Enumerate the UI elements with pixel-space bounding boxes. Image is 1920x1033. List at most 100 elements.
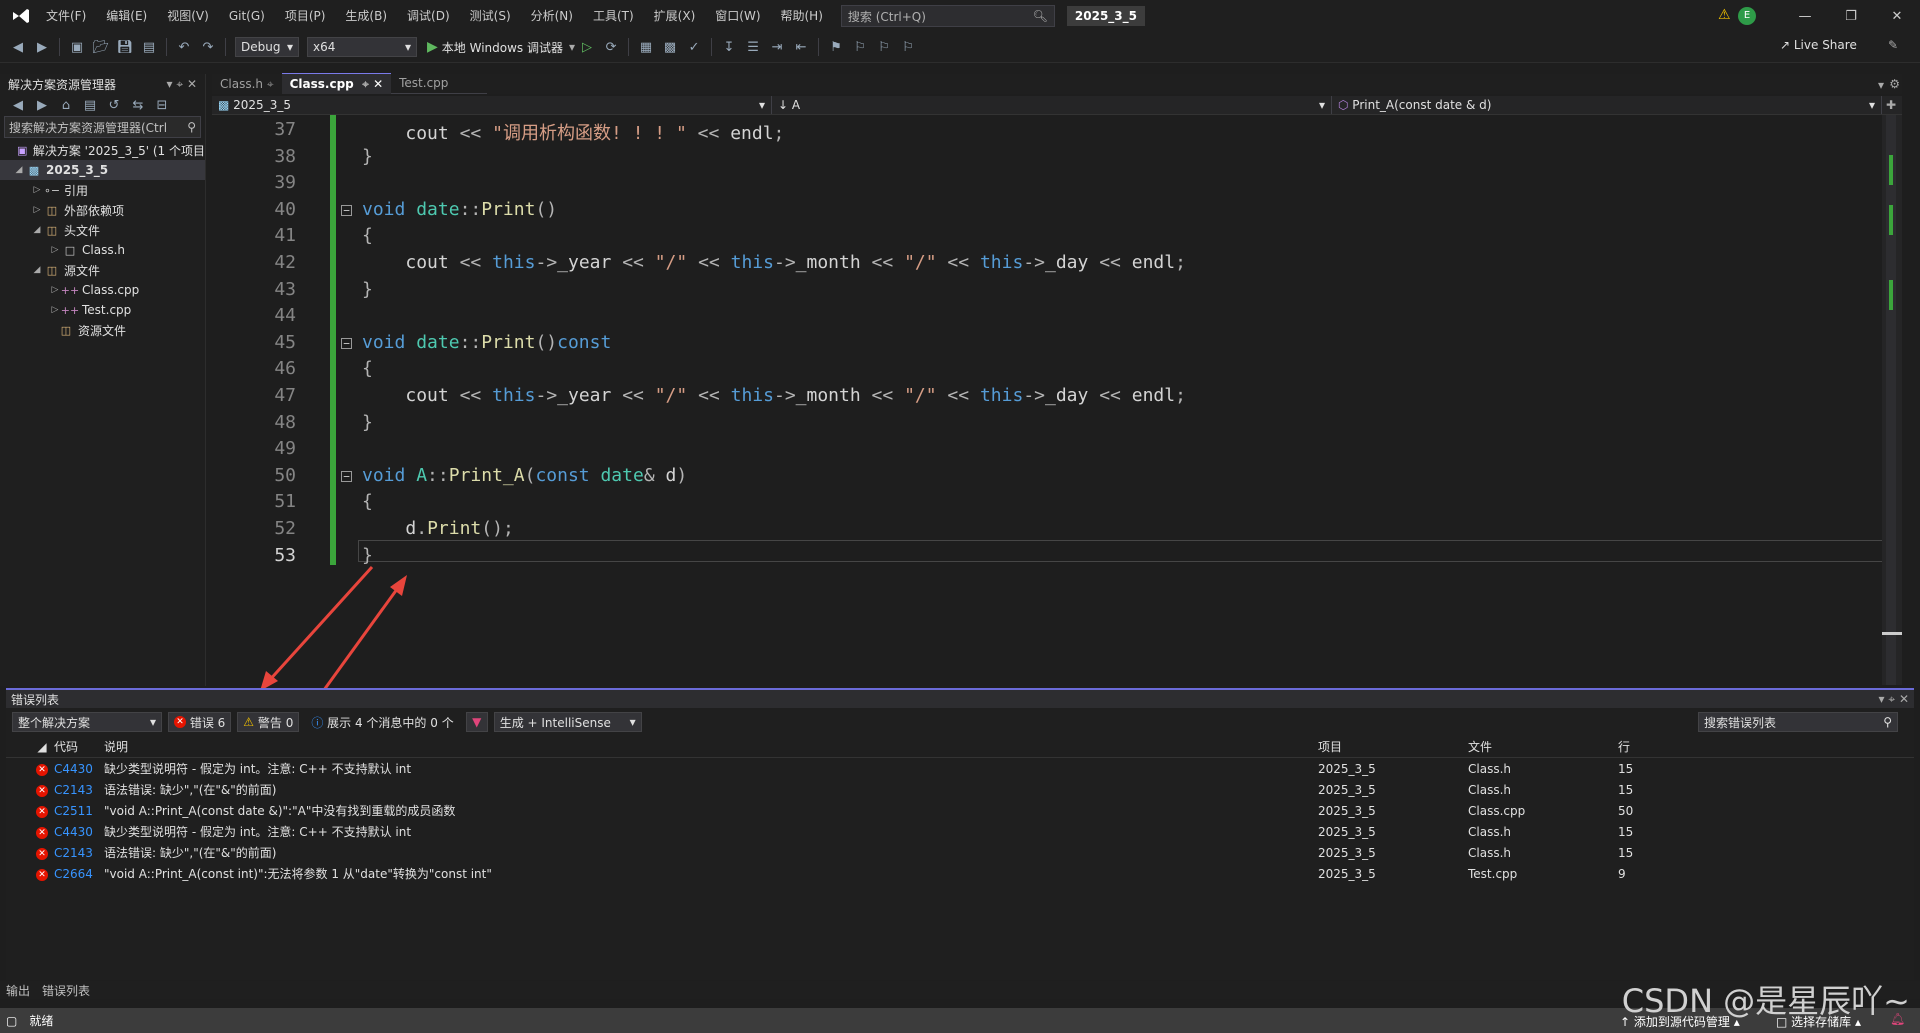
collapse-all-icon[interactable]: ⊟ [152, 95, 172, 115]
error-code-link[interactable]: C2664 [54, 867, 104, 881]
col-desc-header[interactable]: 说明 [104, 738, 1318, 755]
close-icon[interactable]: ✕ [1899, 692, 1909, 706]
member-dropdown[interactable]: ⬡ Print_A(const date & d) ▾ [1332, 96, 1882, 114]
menu-build[interactable]: 生成(B) [335, 0, 397, 32]
platform-select[interactable]: x64 ▾ [307, 37, 417, 57]
save-icon[interactable]: 💾︎ [115, 37, 135, 57]
minimize-button[interactable]: — [1782, 0, 1828, 32]
code-line[interactable]: void date::Print()const [362, 332, 611, 353]
error-code-link[interactable]: C2143 [54, 846, 104, 860]
code-line[interactable]: d.Print(); [362, 518, 513, 539]
code-line[interactable]: { [362, 225, 373, 246]
code-line[interactable]: } [362, 412, 373, 433]
menu-extensions[interactable]: 扩展(X) [644, 0, 706, 32]
col-line-header[interactable]: 行 [1618, 738, 1668, 755]
expanded-arrow-icon[interactable]: ◢ [12, 165, 26, 175]
error-row[interactable]: ✕ C4430 缺少类型说明符 - 假定为 int。注意: C++ 不支持默认 in… [6, 758, 1914, 779]
error-row[interactable]: ✕ C2664 "void A::Print_A(const int)":无法将参数… [6, 863, 1914, 884]
error-code-link[interactable]: C4430 [54, 825, 104, 839]
back-icon[interactable]: ◀ [8, 37, 28, 57]
feedback-icon[interactable]: ✎ [1888, 38, 1898, 52]
error-code-link[interactable]: C2143 [54, 783, 104, 797]
code-line[interactable]: { [362, 491, 373, 512]
pin-icon[interactable]: ⌖ [176, 77, 183, 91]
new-project-icon[interactable]: ▣ [67, 37, 87, 57]
warnings-filter-button[interactable]: ⚠ 警告 0 [237, 712, 300, 732]
code-line[interactable]: cout << this->_year << "/" << this->_mon… [362, 252, 1186, 273]
home-icon[interactable]: ⌂ [56, 95, 76, 115]
col-file-header[interactable]: 文件 [1468, 738, 1618, 755]
spellcheck-icon[interactable]: ✓ [684, 37, 704, 57]
menu-test[interactable]: 测试(S) [460, 0, 521, 32]
code-line[interactable]: { [362, 358, 373, 379]
sync-icon[interactable]: ⇆ [128, 95, 148, 115]
run-debugger-button[interactable]: 本地 Windows 调试器 [442, 39, 563, 56]
code-line[interactable]: } [362, 279, 373, 300]
collapsed-arrow-icon[interactable]: ▷ [30, 205, 44, 215]
search-input[interactable]: 搜索 (Ctrl+Q) 🔍︎ [840, 5, 1055, 27]
chevron-down-icon[interactable]: ▾ [569, 40, 575, 54]
forward-icon[interactable]: ▶ [32, 37, 52, 57]
tree-item-source-files[interactable]: ◢ ◫ 源文件 [0, 260, 205, 280]
split-icon[interactable]: ✚ [1886, 98, 1896, 112]
undo-icon[interactable]: ↶ [174, 37, 194, 57]
fold-toggle-icon[interactable]: − [341, 204, 352, 216]
error-row[interactable]: ✕ C4430 缺少类型说明符 - 假定为 int。注意: C++ 不支持默认 in… [6, 821, 1914, 842]
filter-icon[interactable]: ▼ [465, 712, 488, 732]
menu-help[interactable]: 帮助(H) [771, 0, 833, 32]
bookmark-icon[interactable]: ⚑ [826, 37, 846, 57]
expanded-arrow-icon[interactable]: ◢ [30, 265, 44, 275]
tab-class-h[interactable]: Class.h ⌖ [212, 74, 282, 94]
gear-icon[interactable]: ⚙ [1889, 77, 1900, 91]
code-line[interactable]: cout << this->_year << "/" << this->_mon… [362, 385, 1186, 406]
menu-git[interactable]: Git(G) [219, 0, 275, 32]
bookmark-prev-icon[interactable]: ⚐ [850, 37, 870, 57]
error-code-link[interactable]: C4430 [54, 762, 104, 776]
col-code-header[interactable]: 代码 [54, 738, 104, 755]
vertical-scrollbar[interactable] [1882, 115, 1902, 685]
error-row[interactable]: ✕ C2143 语法错误: 缺少","(在"&"的前面) 2025_3_5 Class.… [6, 779, 1914, 800]
live-share-button[interactable]: ↗ Live Share [1780, 38, 1857, 52]
error-search-input[interactable]: 搜索错误列表 ⚲ [1698, 712, 1898, 732]
tab-output[interactable]: 输出 [0, 982, 36, 999]
history-icon[interactable]: ↺ [104, 95, 124, 115]
chevron-down-icon[interactable]: ▾ [1878, 692, 1884, 706]
project-dropdown[interactable]: ▩ 2025_3_5 ▾ [212, 96, 772, 114]
code-line[interactable]: void date::Print() [362, 199, 557, 220]
solution-search-input[interactable]: 搜索解决方案资源管理器(Ctrl ⚲ [4, 116, 201, 138]
tab-test-cpp[interactable]: Test.cpp [391, 73, 488, 94]
tree-item-project[interactable]: ◢ ▩ 2025_3_5 [0, 160, 205, 180]
bookmark-clear-icon[interactable]: ⚐ [898, 37, 918, 57]
menu-window[interactable]: 窗口(W) [705, 0, 770, 32]
step-icon[interactable]: ↧ [719, 37, 739, 57]
error-row[interactable]: ✕ C2143 语法错误: 缺少","(在"&"的前面) 2025_3_5 Class.… [6, 842, 1914, 863]
menu-debug[interactable]: 调试(D) [397, 0, 460, 32]
errors-filter-button[interactable]: ✕ 错误 6 [168, 712, 232, 732]
fold-toggle-icon[interactable]: − [341, 470, 352, 482]
collapsed-arrow-icon[interactable]: ▷ [30, 185, 44, 195]
collapsed-arrow-icon[interactable]: ▷ [48, 245, 62, 255]
messages-filter-button[interactable]: ⓘ 展示 4 个消息中的 0 个 [305, 712, 459, 732]
config-select[interactable]: Debug ▾ [235, 37, 299, 57]
browser-icon[interactable]: ▦ [636, 37, 656, 57]
scope-dropdown[interactable]: ↓ A ▾ [772, 96, 1332, 114]
menu-project[interactable]: 项目(P) [275, 0, 336, 32]
fold-toggle-icon[interactable]: − [341, 337, 352, 349]
back-icon[interactable]: ◀ [8, 95, 28, 115]
tree-item-resource-files[interactable]: ◫ 资源文件 [0, 320, 205, 340]
menu-tools[interactable]: 工具(T) [583, 0, 644, 32]
code-editor[interactable]: 37 38 39 40 − 41 42 43 44 45 − 46 47 48 49 50 − 51 52 53 co… [212, 115, 1902, 691]
run-icon[interactable]: ▶ [427, 39, 438, 55]
indent-icon[interactable]: ⇥ [767, 37, 787, 57]
start-without-debug-icon[interactable]: ▷ [577, 37, 597, 57]
close-window-button[interactable]: ✕ [1874, 0, 1920, 32]
close-icon[interactable]: ✕ [373, 77, 383, 91]
align-icon[interactable]: ☰ [743, 37, 763, 57]
chevron-down-icon[interactable]: ▾ [166, 77, 172, 91]
layout-icon[interactable]: ▩ [660, 37, 680, 57]
code-line[interactable]: cout << "调用析构函数! ! ! " << endl; [362, 119, 784, 145]
redo-icon[interactable]: ↷ [198, 37, 218, 57]
tree-item-solution[interactable]: ▣ 解决方案 '2025_3_5' (1 个项目 [0, 140, 205, 160]
bookmark-next-icon[interactable]: ⚐ [874, 37, 894, 57]
tree-item-class-cpp[interactable]: ▷ ++ Class.cpp [0, 280, 205, 300]
